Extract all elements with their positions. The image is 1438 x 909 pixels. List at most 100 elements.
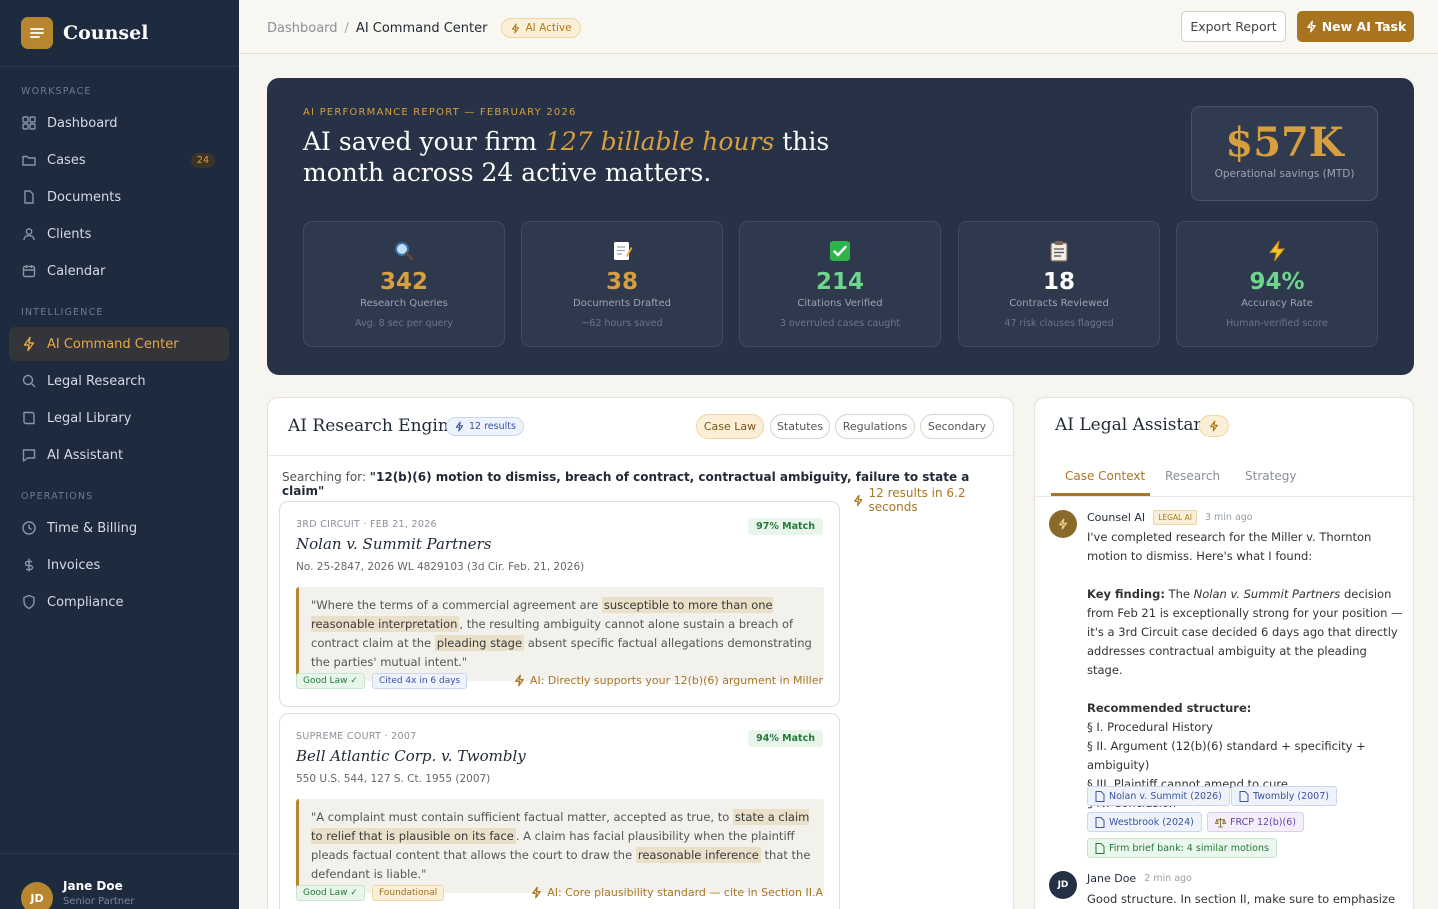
hero-kicker: AI PERFORMANCE REPORT — FEBRUARY 2026 — [303, 107, 577, 118]
sidebar-item-ai-command-center[interactable]: AI Command Center — [9, 327, 229, 361]
stat-card-contracts-reviewed: 18 Contracts Reviewed 47 risk clauses fl… — [958, 221, 1160, 347]
sidebar-item-clients[interactable]: Clients — [9, 217, 229, 251]
research-title: AI Research Engine — [288, 416, 459, 436]
book-icon — [23, 411, 35, 425]
citation-chip[interactable]: Westbrook (2024) — [1087, 812, 1202, 832]
ai-avatar — [1049, 510, 1077, 538]
brand[interactable]: Counsel — [0, 0, 239, 67]
bolt-icon — [512, 22, 520, 34]
breadcrumb-root[interactable]: Dashboard — [267, 21, 338, 36]
stat-label: Citations Verified — [797, 298, 883, 309]
clock-icon — [22, 521, 36, 535]
stat-label: Research Queries — [360, 298, 448, 309]
stat-subtext: Avg. 8 sec per query — [355, 318, 453, 329]
active-tab-indicator — [1051, 493, 1150, 496]
case-result-card[interactable]: SUPREME COURT · 2007 94% Match Bell Atla… — [279, 713, 840, 909]
key-finding-case: Nolan v. Summit Partners — [1193, 587, 1341, 601]
message-time: 2 min ago — [1144, 873, 1192, 884]
good-law-tag: Good Law ✓ — [296, 885, 365, 901]
cases-count-badge: 24 — [190, 152, 215, 168]
sidebar-item-cases[interactable]: Cases 24 — [9, 143, 229, 177]
sidebar-item-label: AI Assistant — [47, 447, 124, 463]
message-body: I've completed research for the Miller v… — [1087, 528, 1403, 813]
citation-count-tag: Cited 4x in 6 days — [372, 673, 468, 689]
good-law-tag: Good Law ✓ — [296, 673, 365, 689]
key-finding: Key finding: The Nolan v. Summit Partner… — [1087, 585, 1403, 680]
filter-regulations[interactable]: Regulations — [835, 414, 915, 439]
structure-item: § II. Argument (12(b)(6) standard + spec… — [1087, 739, 1366, 772]
avatar: JD — [21, 882, 53, 909]
sidebar-item-documents[interactable]: Documents — [9, 180, 229, 214]
chip-label: Westbrook (2024) — [1109, 816, 1194, 828]
chip-label: Twombly (2007) — [1253, 790, 1329, 802]
sidebar-item-label: Calendar — [47, 263, 106, 279]
chat-icon — [22, 449, 36, 462]
bolt-icon — [1306, 20, 1316, 33]
sidebar-item-label: AI Command Center — [47, 336, 179, 352]
hero-title-pre: AI saved your firm — [303, 127, 545, 156]
tab-case-context[interactable]: Case Context — [1065, 469, 1145, 483]
case-name[interactable]: Bell Atlantic Corp. v. Twombly — [296, 747, 526, 765]
quote-text: "Where the terms of a commercial agreeme… — [311, 598, 602, 612]
sidebar-item-legal-library[interactable]: Legal Library — [9, 401, 229, 435]
stat-card-accuracy-rate: 94% Accuracy Rate Human-verified score — [1176, 221, 1378, 347]
sidebar-item-invoices[interactable]: Invoices — [9, 548, 229, 582]
stat-value: 18 — [1042, 269, 1075, 295]
sidebar-item-label: Legal Research — [47, 373, 146, 389]
sidebar-item-label: Cases — [47, 152, 86, 168]
user-icon — [23, 228, 35, 241]
case-court: 3RD CIRCUIT · FEB 21, 2026 — [296, 519, 437, 530]
sidebar-item-calendar[interactable]: Calendar — [9, 254, 229, 288]
chip-label: Firm brief bank: 4 similar motions — [1109, 842, 1269, 854]
topbar: Dashboard / AI Command Center AI Active … — [239, 0, 1438, 54]
filter-secondary[interactable]: Secondary — [920, 414, 994, 439]
bolt-icon — [23, 336, 35, 352]
brief-bank-chip[interactable]: Firm brief bank: 4 similar motions — [1087, 838, 1277, 858]
stat-subtext: 3 overruled cases caught — [779, 318, 901, 329]
bolt-icon — [1210, 420, 1218, 432]
citation-chip[interactable]: Twombly (2007) — [1231, 786, 1337, 806]
tab-research[interactable]: Research — [1165, 469, 1220, 483]
sidebar-item-legal-research[interactable]: Legal Research — [9, 364, 229, 398]
quote-highlight: pleading stage — [434, 635, 525, 651]
sidebar-item-label: Invoices — [47, 557, 101, 573]
results-count-badge: 12 results — [446, 417, 524, 436]
document-icon — [1095, 816, 1105, 828]
case-quote: "A complaint must contain sufficient fac… — [296, 799, 824, 893]
sidebar-item-compliance[interactable]: Compliance — [9, 585, 229, 619]
sidebar-item-dashboard[interactable]: Dashboard — [9, 106, 229, 140]
sidebar-item-time-billing[interactable]: Time & Billing — [9, 511, 229, 545]
citation-chip[interactable]: Nolan v. Summit (2026) — [1087, 786, 1230, 806]
folder-icon — [22, 155, 36, 166]
message-time: 3 min ago — [1204, 512, 1253, 523]
savings-value: $57K — [1225, 119, 1344, 166]
stat-value: 342 — [379, 269, 428, 295]
case-name[interactable]: Nolan v. Summit Partners — [296, 535, 492, 553]
structure-item: § I. Procedural History — [1087, 720, 1213, 734]
hero-title: AI saved your firm 127 billable hours th… — [303, 126, 863, 188]
key-finding-text: The — [1164, 587, 1194, 601]
search-meta: 12 results in 6.2 seconds — [852, 486, 1013, 514]
sidebar-item-label: Dashboard — [47, 115, 118, 131]
user-role: Senior Partner — [63, 896, 135, 907]
research-engine-panel: AI Research Engine 12 results Case Law S… — [267, 397, 1014, 909]
export-report-button[interactable]: Export Report — [1181, 11, 1286, 42]
clipboard-icon — [1050, 241, 1068, 262]
rule-chip[interactable]: FRCP 12(b)(6) — [1207, 812, 1304, 832]
user-profile[interactable]: JD Jane Doe Senior Partner — [0, 853, 239, 909]
sidebar-item-label: Time & Billing — [47, 520, 138, 536]
hero-title-highlight: 127 billable hours — [544, 127, 775, 156]
sidebar-item-ai-assistant[interactable]: AI Assistant — [9, 438, 229, 472]
case-result-card[interactable]: 3RD CIRCUIT · FEB 21, 2026 97% Match Nol… — [279, 501, 840, 707]
message-author: Jane Doe — [1087, 872, 1137, 885]
bolt-icon — [854, 494, 863, 506]
filter-case-law[interactable]: Case Law — [696, 414, 764, 439]
sidebar-item-label: Compliance — [47, 594, 124, 610]
quote-text: "A complaint must contain sufficient fac… — [311, 810, 733, 824]
filter-statutes[interactable]: Statutes — [770, 414, 830, 439]
bolt-icon — [455, 421, 464, 432]
new-ai-task-button[interactable]: New AI Task — [1297, 11, 1414, 42]
calendar-icon — [22, 265, 36, 278]
brand-name: Counsel — [63, 22, 149, 44]
tab-strategy[interactable]: Strategy — [1245, 469, 1296, 483]
